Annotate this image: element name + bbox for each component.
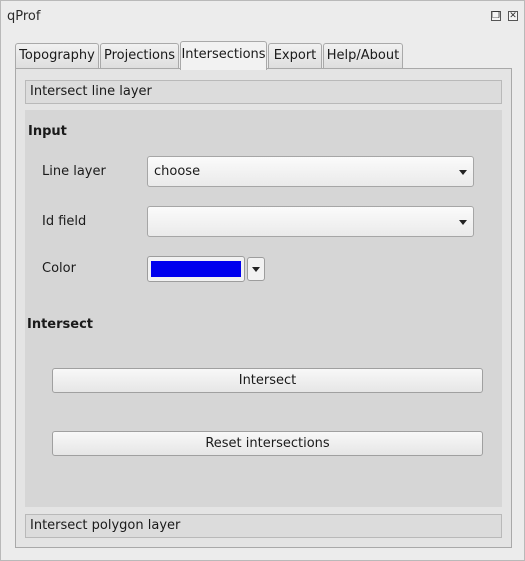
window-title: qProf [7, 9, 41, 24]
line-layer-value: choose [154, 164, 201, 179]
tab-projections[interactable]: Projections [100, 43, 179, 68]
intersect-button[interactable]: Intersect [52, 368, 483, 393]
color-label: Color [42, 261, 76, 276]
restore-icon[interactable]: ❐ [491, 11, 501, 21]
id-field-combo[interactable] [147, 206, 474, 237]
qprof-dock-window: qProf ❐ ✕ Topography Projections Interse… [0, 0, 525, 561]
line-layer-label: Line layer [42, 164, 106, 179]
intersections-pane: Intersect line layer Input Line layer ch… [15, 68, 512, 548]
reset-intersections-button[interactable]: Reset intersections [52, 431, 483, 456]
polygon-layer-section-header[interactable]: Intersect polygon layer [25, 514, 502, 538]
tab-topography[interactable]: Topography [15, 43, 99, 68]
color-menu-button[interactable] [247, 257, 265, 281]
tab-help-about[interactable]: Help/About [323, 43, 403, 68]
line-layer-section-body: Input Line layer choose Id field Color I… [25, 110, 502, 507]
input-heading: Input [28, 124, 67, 139]
tab-intersections[interactable]: Intersections [180, 41, 267, 70]
line-layer-section-header[interactable]: Intersect line layer [25, 80, 502, 104]
color-picker-button[interactable] [147, 256, 245, 282]
tab-export[interactable]: Export [268, 43, 322, 68]
chevron-down-icon [459, 220, 467, 225]
intersect-heading: Intersect [27, 317, 94, 332]
color-swatch [151, 261, 241, 277]
chevron-down-icon [252, 267, 260, 272]
id-field-label: Id field [42, 214, 87, 229]
close-icon[interactable]: ✕ [508, 11, 518, 21]
chevron-down-icon [459, 170, 467, 175]
line-layer-combo[interactable]: choose [147, 156, 474, 187]
